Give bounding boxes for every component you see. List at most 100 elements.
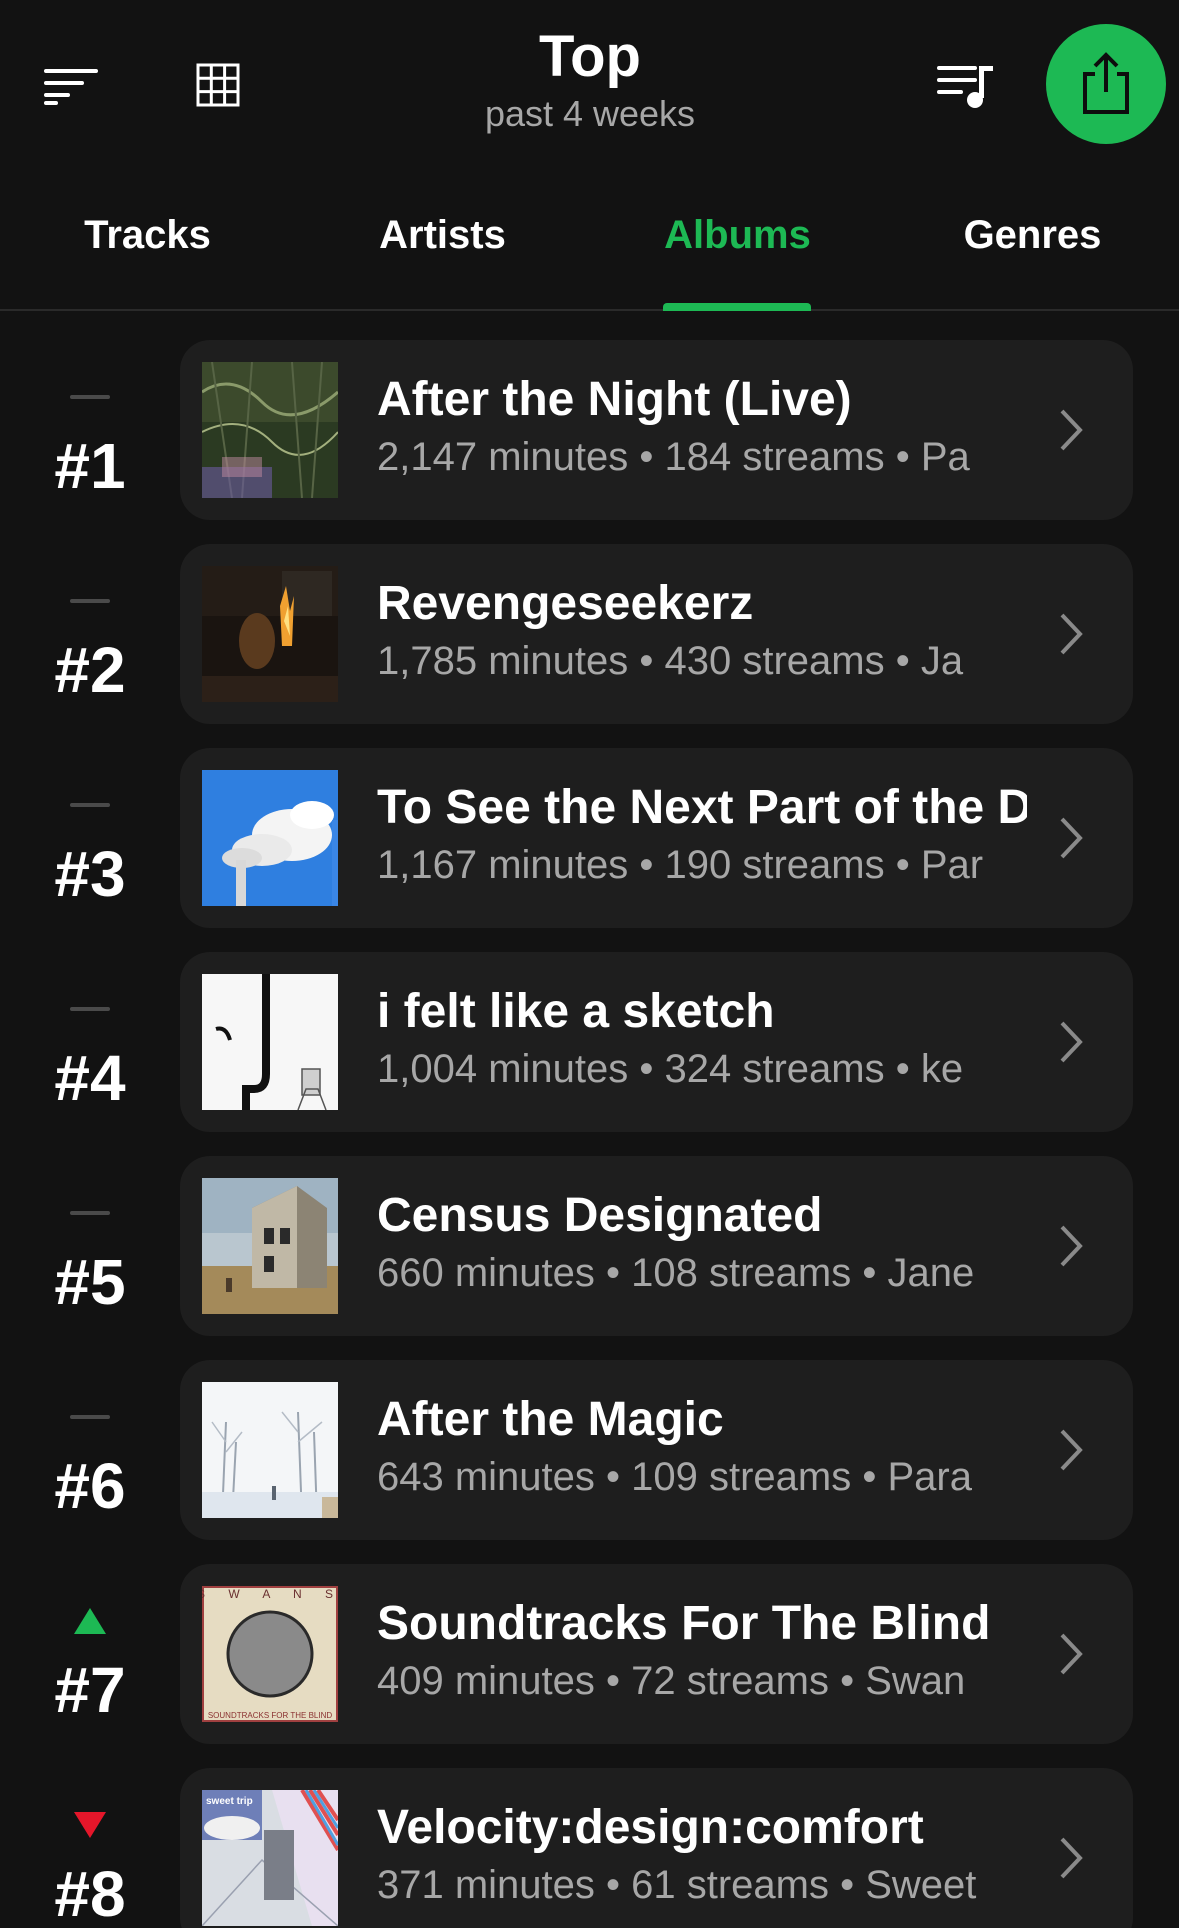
trend-indicator [70, 382, 110, 412]
tab-tracks[interactable]: Tracks [0, 195, 295, 309]
album-title: To See the Next Part of the D [377, 781, 1027, 834]
album-card[interactable]: Revengeseekerz 1,785 minutes • 430 strea… [180, 544, 1133, 724]
queue-music-icon [937, 66, 993, 108]
album-info: Soundtracks For The Blind 409 minutes • … [377, 1594, 1027, 1708]
rank-column: #8 [20, 1768, 160, 1928]
cover-top-text: sweet trip [206, 1796, 253, 1807]
no-change-icon [70, 1415, 110, 1419]
album-cover [202, 362, 338, 498]
list-item: #7 S W A N S SOUNDTRACKS FOR THE BLIND S… [0, 1564, 1179, 1744]
active-tab-indicator [663, 303, 811, 311]
trend-indicator [70, 1402, 110, 1432]
list-item: #4 i felt like a sketch 1,004 minutes • … [0, 952, 1179, 1132]
trend-indicator [70, 1198, 110, 1228]
rank-number: #3 [54, 838, 126, 910]
list-item: #3 To See the Next Part of the D 1,167 m… [0, 748, 1179, 928]
rank-column: #2 [20, 544, 160, 724]
list-item: #2 Revengeseekerz 1,785 minutes • 430 st… [0, 544, 1179, 724]
trend-up-icon [74, 1608, 106, 1634]
tab-bar: Tracks Artists Albums Genres [0, 195, 1179, 311]
album-stats: 409 minutes • 72 streams • Swan [377, 1659, 966, 1703]
album-title: Soundtracks For The Blind [377, 1597, 991, 1650]
album-cover: sweet trip [202, 1790, 338, 1926]
chevron-right-icon [1060, 1837, 1083, 1879]
no-change-icon [70, 1211, 110, 1215]
rank-number: #8 [54, 1858, 126, 1928]
no-change-icon [70, 395, 110, 399]
trend-indicator [70, 586, 110, 616]
rank-number: #4 [54, 1042, 126, 1114]
album-info: After the Night (Live) 2,147 minutes • 1… [377, 370, 1027, 484]
chevron-right-icon [1060, 1225, 1083, 1267]
tab-albums[interactable]: Albums [590, 195, 885, 309]
album-title: i felt like a sketch [377, 985, 775, 1038]
album-card[interactable]: To See the Next Part of the D 1,167 minu… [180, 748, 1133, 928]
album-title: After the Night (Live) [377, 373, 852, 426]
album-stats: 660 minutes • 108 streams • Jane [377, 1251, 975, 1295]
album-card[interactable]: After the Magic 643 minutes • 109 stream… [180, 1360, 1133, 1540]
rank-column: #5 [20, 1156, 160, 1336]
album-cover [202, 1178, 338, 1314]
album-cover [202, 770, 338, 906]
rank-column: #3 [20, 748, 160, 928]
rank-column: #4 [20, 952, 160, 1132]
header: Top past 4 weeks [0, 0, 1179, 170]
album-info: After the Magic 643 minutes • 109 stream… [377, 1390, 1027, 1504]
no-change-icon [70, 803, 110, 807]
trend-down-icon [74, 1812, 106, 1838]
album-card[interactable]: i felt like a sketch 1,004 minutes • 324… [180, 952, 1133, 1132]
cover-top-text: S W A N S [202, 1587, 338, 1601]
playlist-button[interactable] [920, 45, 1010, 125]
album-cover [202, 1382, 338, 1518]
chevron-right-icon [1060, 409, 1083, 451]
tab-artists[interactable]: Artists [295, 195, 590, 309]
album-card[interactable]: After the Night (Live) 2,147 minutes • 1… [180, 340, 1133, 520]
album-title: Velocity:design:comfort [377, 1801, 924, 1854]
album-stats: 2,147 minutes • 184 streams • Pa [377, 435, 970, 479]
album-info: Census Designated 660 minutes • 108 stre… [377, 1186, 1027, 1300]
rank-number: #5 [54, 1246, 126, 1318]
album-stats: 1,785 minutes • 430 streams • Ja [377, 639, 964, 683]
album-card[interactable]: sweet trip Velocity:design:comfort 371 m… [180, 1768, 1133, 1928]
album-title: Census Designated [377, 1189, 823, 1242]
rank-column: #7 [20, 1564, 160, 1744]
rank-number: #1 [54, 430, 126, 502]
header-title-block: Top past 4 weeks [380, 22, 800, 136]
album-cover: S W A N S SOUNDTRACKS FOR THE BLIND [202, 1586, 338, 1722]
rank-column: #6 [20, 1360, 160, 1540]
album-info: To See the Next Part of the D 1,167 minu… [377, 778, 1027, 892]
album-card[interactable]: S W A N S SOUNDTRACKS FOR THE BLIND Soun… [180, 1564, 1133, 1744]
rank-column: #1 [20, 340, 160, 520]
album-stats: 371 minutes • 61 streams • Sweet [377, 1863, 977, 1907]
rank-number: #6 [54, 1450, 126, 1522]
no-change-icon [70, 1007, 110, 1011]
app-screen: Top past 4 weeks Tracks Artists Albums G… [0, 0, 1179, 1928]
share-icon [1083, 52, 1129, 114]
trend-indicator [70, 994, 110, 1024]
rank-number: #7 [54, 1654, 126, 1726]
chevron-right-icon [1060, 1429, 1083, 1471]
album-info: Revengeseekerz 1,785 minutes • 430 strea… [377, 574, 1027, 688]
tab-genres[interactable]: Genres [885, 195, 1179, 309]
trend-indicator [70, 790, 110, 820]
chevron-right-icon [1060, 613, 1083, 655]
album-stats: 1,167 minutes • 190 streams • Par [377, 843, 984, 887]
sort-icon [44, 69, 98, 105]
album-title: Revengeseekerz [377, 577, 754, 630]
album-info: Velocity:design:comfort 371 minutes • 61… [377, 1798, 1027, 1912]
no-change-icon [70, 599, 110, 603]
grid-view-button[interactable] [176, 45, 260, 125]
trend-indicator [70, 1810, 110, 1840]
chevron-right-icon [1060, 1021, 1083, 1063]
album-cover [202, 974, 338, 1110]
sort-button[interactable] [30, 45, 114, 125]
list-item: #1 After the Night (Live) 2,147 minutes … [0, 340, 1179, 520]
album-stats: 1,004 minutes • 324 streams • ke [377, 1047, 964, 1091]
time-range-subtitle[interactable]: past 4 weeks [380, 92, 800, 136]
share-button[interactable] [1046, 24, 1166, 144]
album-info: i felt like a sketch 1,004 minutes • 324… [377, 982, 1027, 1096]
grid-icon [196, 63, 240, 107]
album-card[interactable]: Census Designated 660 minutes • 108 stre… [180, 1156, 1133, 1336]
album-stats: 643 minutes • 109 streams • Para [377, 1455, 972, 1499]
chevron-right-icon [1060, 817, 1083, 859]
